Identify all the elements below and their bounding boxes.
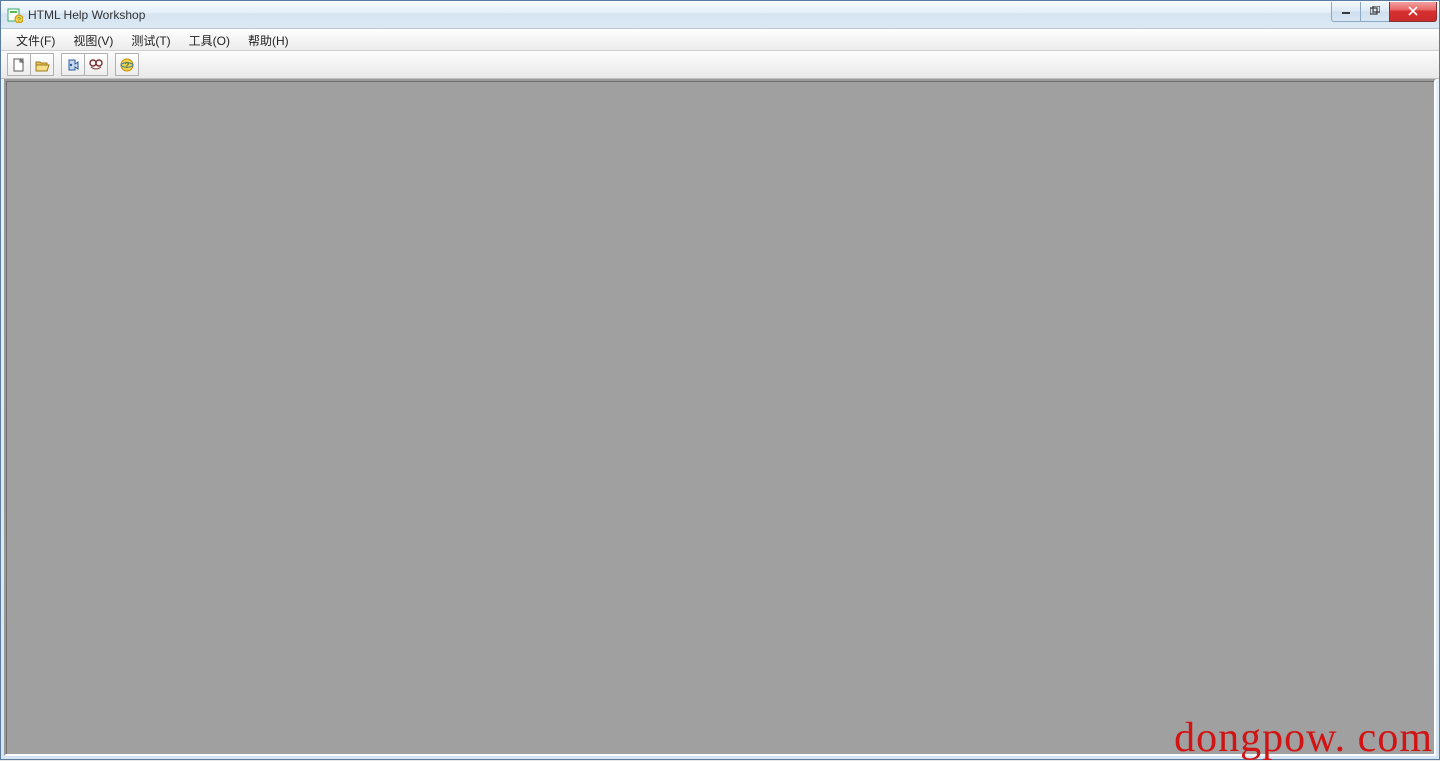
maximize-button[interactable] bbox=[1360, 2, 1390, 22]
toolbar-separator bbox=[107, 53, 115, 76]
app-window: ? HTML Help Workshop 文件(F) 视 bbox=[0, 0, 1440, 760]
view-compiled-icon bbox=[88, 57, 104, 73]
minimize-button[interactable] bbox=[1331, 2, 1361, 22]
compile-button[interactable] bbox=[61, 53, 85, 76]
close-button[interactable] bbox=[1389, 2, 1437, 22]
maximize-icon bbox=[1370, 6, 1380, 16]
open-button[interactable] bbox=[30, 53, 54, 76]
window-controls bbox=[1332, 2, 1437, 22]
menu-help[interactable]: 帮助(H) bbox=[239, 30, 298, 51]
menu-bar: 文件(F) 视图(V) 测试(T) 工具(O) 帮助(H) bbox=[1, 29, 1439, 51]
menu-file[interactable]: 文件(F) bbox=[7, 30, 64, 51]
svg-text:?: ? bbox=[125, 61, 130, 70]
minimize-icon bbox=[1341, 6, 1351, 16]
toolbar-separator bbox=[53, 53, 61, 76]
new-button[interactable] bbox=[7, 53, 31, 76]
view-compiled-button[interactable] bbox=[84, 53, 108, 76]
new-file-icon bbox=[11, 57, 27, 73]
help-button[interactable]: ? bbox=[115, 53, 139, 76]
compile-icon bbox=[65, 57, 81, 73]
close-icon bbox=[1407, 6, 1419, 16]
mdi-client-area bbox=[4, 79, 1436, 756]
open-folder-icon bbox=[34, 57, 50, 73]
menu-test[interactable]: 测试(T) bbox=[122, 30, 179, 51]
window-title: HTML Help Workshop bbox=[28, 8, 1332, 22]
title-bar[interactable]: ? HTML Help Workshop bbox=[1, 1, 1439, 29]
app-icon: ? bbox=[7, 7, 23, 23]
svg-text:?: ? bbox=[17, 17, 21, 23]
menu-tools[interactable]: 工具(O) bbox=[180, 30, 239, 51]
menu-view[interactable]: 视图(V) bbox=[64, 30, 122, 51]
toolbar: ? bbox=[1, 51, 1439, 79]
help-icon: ? bbox=[119, 57, 135, 73]
